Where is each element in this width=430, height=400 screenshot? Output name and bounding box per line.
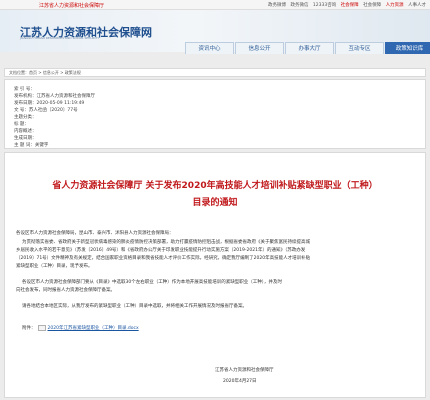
tab-info-public[interactable]: 信息公开 xyxy=(235,42,284,54)
meta-category: 主题分类： xyxy=(14,115,37,120)
meta-docno: 文 号：苏人社函〔2020〕77号 xyxy=(14,108,78,113)
tab-service-hall[interactable]: 办事大厅 xyxy=(285,42,334,54)
attachment-file-icon xyxy=(37,325,46,331)
article-title-line2: 目录的通知 xyxy=(192,198,238,208)
link-talent[interactable]: 人事人才 xyxy=(408,3,426,8)
document-meta: 索 引 号： 发布机构：江苏省人力资源和社会保障厅 发布日期：2020-05-0… xyxy=(4,79,426,149)
link-12333[interactable]: 12333咨询 xyxy=(313,3,336,8)
article-body: 省人力资源社会保障厅 关于发布2020年高技能人才培训补贴紧缺型职业（工种） 目… xyxy=(4,152,426,398)
meta-generated: 生成日期： xyxy=(14,136,37,141)
top-bar: 江苏省人力资源和社会保障厅 政务微博 政务微信 12333咨询 社会保障 社会保… xyxy=(0,0,430,10)
article-paragraph: 乡居民收入水平的若干意见》（苏发〔2016〕49号）和《省政府办公厅关于印发职业… xyxy=(16,248,306,253)
meta-date: 发布日期：2020-05-09 11:19:49 xyxy=(14,101,85,106)
top-links: 政务微博 政务微信 12333咨询 社会保障 社会保障 人力资源 人事人才 xyxy=(265,2,426,8)
tab-policy-knowledge[interactable]: 政策知识库 xyxy=(385,42,430,54)
site-header: 江苏人力资源和社会保障网 JIANGSU HUMAN RESOURCES AND… xyxy=(0,10,430,54)
attachment-row: 附件： 2020年江苏省紧缺型职业（工种）目录.docx xyxy=(22,325,139,331)
link-social-security[interactable]: 社会保障 xyxy=(341,3,359,8)
meta-title: 标 题： xyxy=(14,122,29,127)
article-paragraph: 为贯彻落实省委、省政府关于新型冠状病毒感染的肺炎疫情防控决策部署，助力打赢疫情防… xyxy=(22,240,310,245)
link-weixin[interactable]: 政务微信 xyxy=(290,3,308,8)
article-paragraph: 请各地结合本地区实际，从我厅发布的紧缺型职业（工种）目录中选取，并将相关工作开展… xyxy=(22,304,247,309)
article-addressee: 各设区市人力资源社会保障局，昆山市、泰兴市、沭阳县人力资源社会保障局： xyxy=(16,231,174,236)
attachment-link[interactable]: 2020年江苏省紧缺型职业（工种）目录.docx xyxy=(48,325,139,331)
site-name[interactable]: 江苏省人力资源和社会保障厅 xyxy=(39,2,104,9)
link-human-resources[interactable]: 人力资源 xyxy=(386,3,404,8)
article-paragraph: 向社会发布，同时报省人力资源社会保障厅备案。 xyxy=(16,288,115,293)
article-paragraph: 各设区市人力资源社会保障部门要从《目录》中选取30个左右职业（工种）作为本地开展… xyxy=(22,280,282,285)
site-logo-subtitle: JIANGSU HUMAN RESOURCES AND SOCIAL SECUR… xyxy=(20,36,100,40)
signature-date: 2020年4月27日 xyxy=(223,379,257,384)
link-weibo[interactable]: 政务微博 xyxy=(268,3,286,8)
main-nav: 资讯中心 信息公开 办事大厅 互动专区 政策知识库 xyxy=(185,42,430,54)
meta-index: 索 引 号： xyxy=(14,87,35,92)
link-social-security-2[interactable]: 社会保障 xyxy=(363,3,381,8)
breadcrumb[interactable]: 文档位置：首页 > 信息公开 > 政策法规 xyxy=(4,68,426,77)
attachment-label: 附件： xyxy=(22,326,36,331)
meta-publisher: 发布机构：江苏省人力资源和社会保障厅 xyxy=(14,94,95,99)
article-title-line1: 省人力资源社会保障厅 关于发布2020年高技能人才培训补贴紧缺型职业（工种） xyxy=(52,181,378,191)
meta-content: 内容概述： xyxy=(14,129,37,134)
article-paragraph: 紧缺型职业（工种）目录，现予发布。 xyxy=(16,264,93,269)
tab-interaction[interactable]: 互动专区 xyxy=(335,42,384,54)
signature-org: 江苏省人力资源和社会保障厅 xyxy=(215,368,274,373)
article-paragraph: 〔2019〕71号）文件精神及有关规定，结合国家职业资格目录和我省技能人才评价工… xyxy=(16,256,311,261)
tab-news[interactable]: 资讯中心 xyxy=(185,42,234,54)
meta-keywords: 主 题 词：关键字 xyxy=(14,143,49,148)
